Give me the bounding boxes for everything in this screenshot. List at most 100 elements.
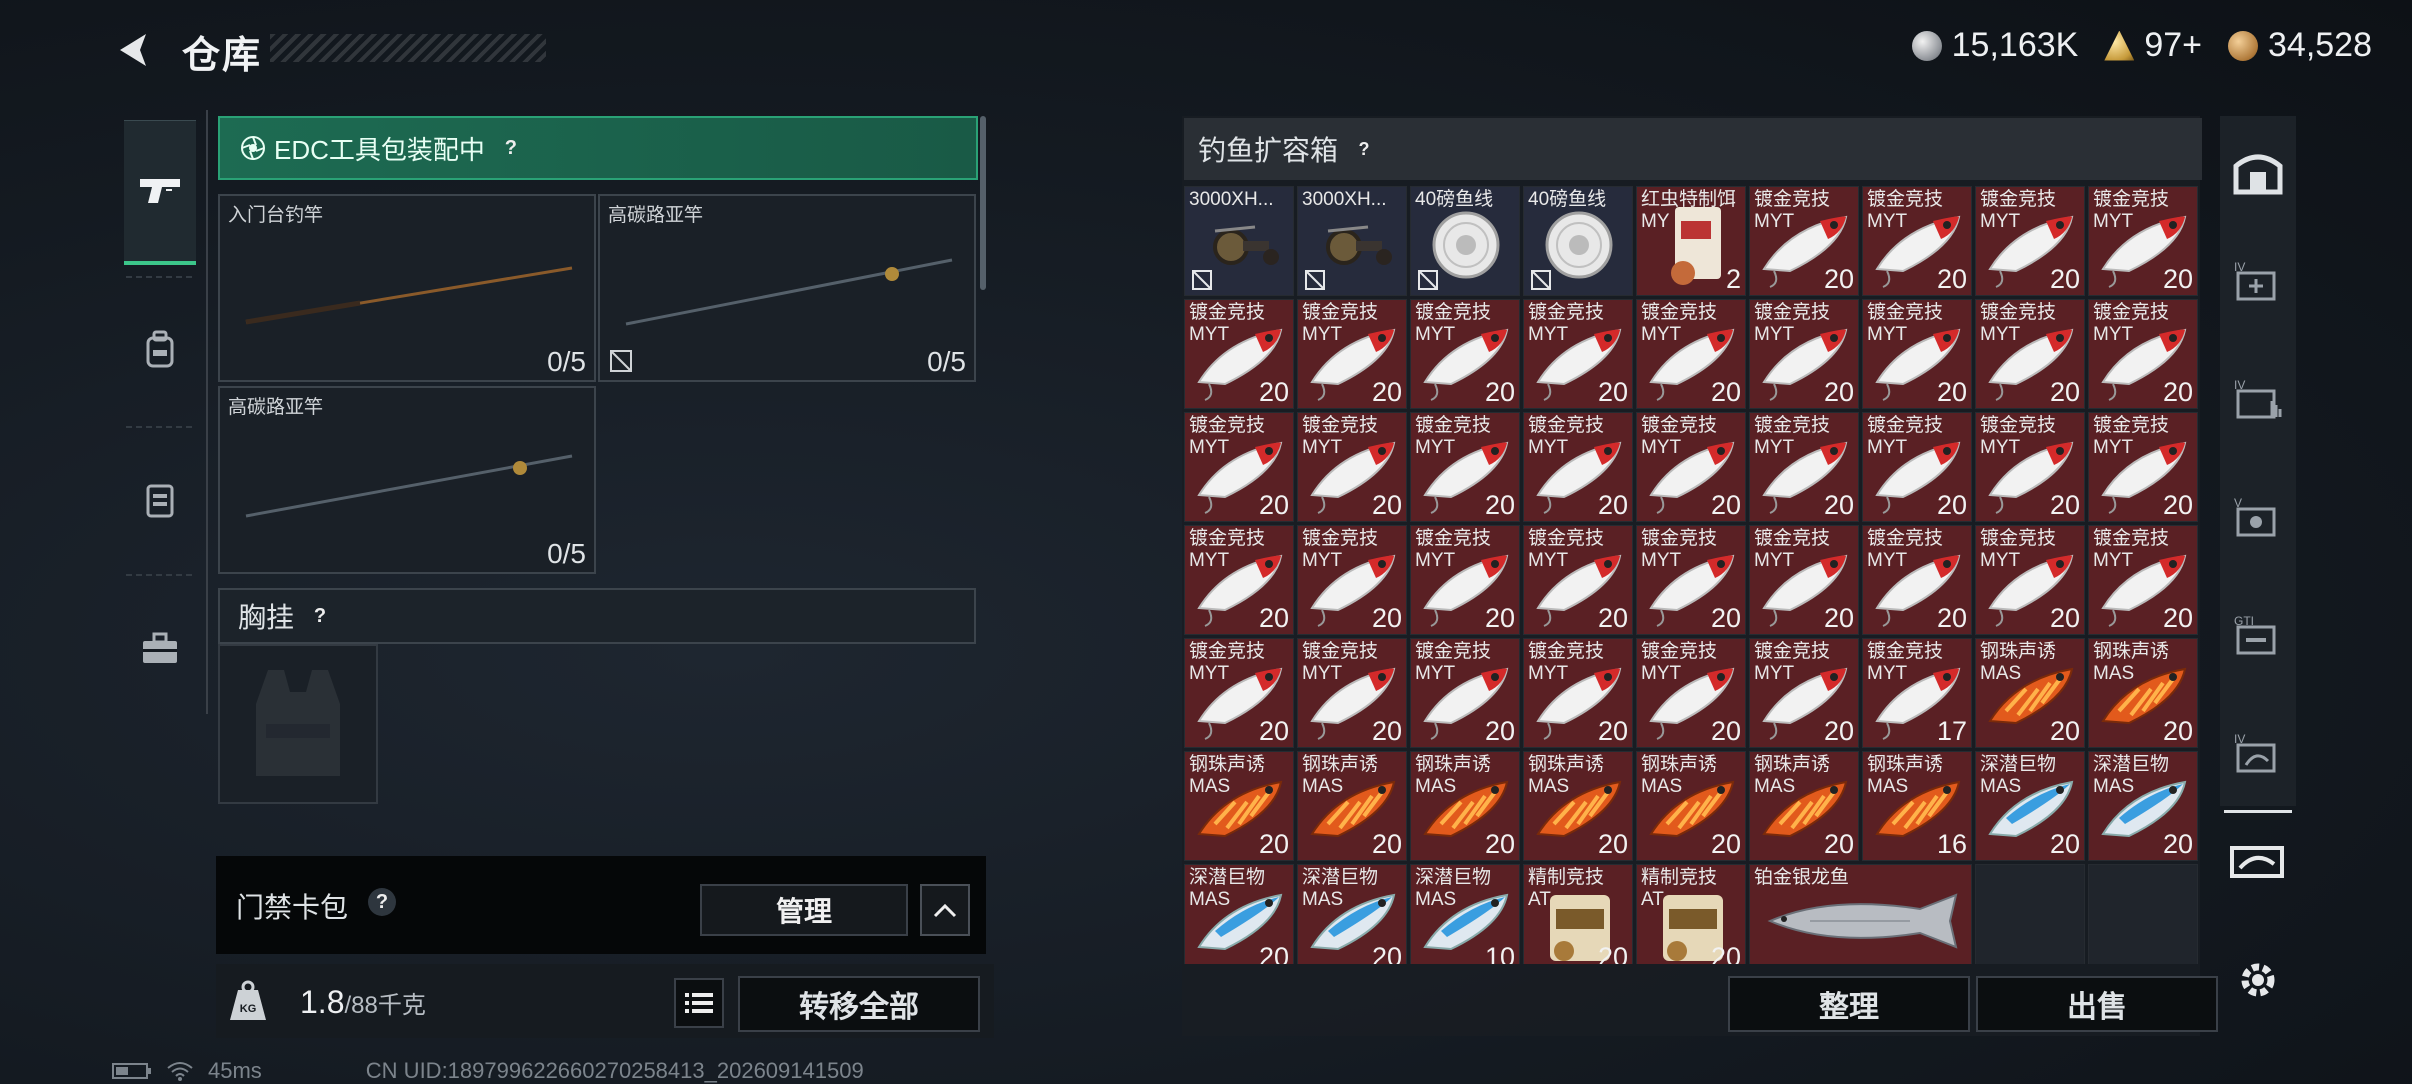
edc-toolkit-banner[interactable]: EDC工具包装配中 ? [218, 116, 978, 180]
inventory-item-bait[interactable]: 红虫特制饵 MY 2 [1636, 186, 1746, 296]
currency-gold[interactable]: 97+ [2104, 26, 2202, 65]
empty-slot[interactable] [2088, 864, 2198, 964]
currency-bronze[interactable]: 34,528 [2228, 26, 2372, 65]
inventory-item-lure-red[interactable]: 镀金竞技 MYT 20 [1975, 525, 2085, 635]
inventory-item-lure-red[interactable]: 镀金竞技 MYT 20 [1523, 299, 1633, 409]
inventory-item-bait-bag[interactable]: 精制竞技 AT 20 [1523, 864, 1633, 964]
inventory-item-lure-blue[interactable]: 深潜巨物 MAS 20 [1975, 751, 2085, 861]
inventory-item-lure-red[interactable]: 镀金竞技 MYT 20 [1297, 299, 1407, 409]
inventory-item-lure-orange[interactable]: 钢珠声诱 MAS 20 [1975, 638, 2085, 748]
side-safe-box[interactable] [2224, 122, 2292, 222]
inventory-item-lure-red[interactable]: 镀金竞技 MYT 20 [1184, 638, 1294, 748]
inventory-item-lure-red[interactable]: 镀金竞技 MYT 20 [1749, 412, 1859, 522]
inventory-item-lure-red[interactable]: 镀金竞技 MYT 20 [1184, 525, 1294, 635]
inventory-item-lure-red[interactable]: 镀金竞技 MYT 20 [1862, 525, 1972, 635]
currency-silver[interactable]: 15,163K [1911, 26, 2078, 65]
inventory-item-lure-orange[interactable]: 钢珠声诱 MAS 20 [1523, 751, 1633, 861]
help-icon[interactable]: ? [497, 134, 525, 162]
inventory-item-lure-red[interactable]: 镀金竞技 MYT 20 [1636, 638, 1746, 748]
side-box-3[interactable]: V [2224, 462, 2292, 574]
inventory-item-lure-red[interactable]: 镀金竞技 MYT 20 [1410, 638, 1520, 748]
gear-icon[interactable] [2236, 958, 2280, 1002]
list-view-button[interactable] [674, 978, 724, 1028]
help-icon[interactable]: ? [368, 888, 396, 916]
help-icon[interactable]: ? [1350, 135, 1378, 163]
manage-button[interactable]: 管理 [700, 884, 908, 936]
inventory-item-lure-red[interactable]: 镀金竞技 MYT 20 [1636, 299, 1746, 409]
inventory-item-lure-red[interactable]: 镀金竞技 MYT 20 [2088, 186, 2198, 296]
inventory-item-lure-blue[interactable]: 深潜巨物 MAS 20 [1184, 864, 1294, 964]
inventory-item-lure-orange[interactable]: 钢珠声诱 MAS 20 [1184, 751, 1294, 861]
inventory-item-lure-red[interactable]: 镀金竞技 MYT 20 [1410, 525, 1520, 635]
fishing-gear-icon[interactable] [2228, 842, 2286, 882]
inventory-item-lure-red[interactable]: 镀金竞技 MYT 20 [1636, 525, 1746, 635]
inventory-item-lure-red[interactable]: 镀金竞技 MYT 20 [2088, 412, 2198, 522]
inventory-item-lure-red[interactable]: 镀金竞技 MYT 20 [1862, 299, 1972, 409]
inventory-item-lure-red[interactable]: 镀金竞技 MYT 20 [1523, 638, 1633, 748]
nav-backpack[interactable] [124, 280, 196, 420]
nav-vest[interactable] [124, 430, 196, 570]
inventory-item-lure-red[interactable]: 镀金竞技 MYT 20 [1975, 186, 2085, 296]
inventory-item-lure-red[interactable]: 镀金竞技 MYT 20 [1636, 412, 1746, 522]
inventory-item-lure-orange[interactable]: 钢珠声诱 MAS 16 [1862, 751, 1972, 861]
inventory-item-lure-red[interactable]: 镀金竞技 MYT 20 [1749, 186, 1859, 296]
collapse-button[interactable] [920, 884, 970, 936]
inventory-item-lure-red[interactable]: 镀金竞技 MYT 20 [1297, 638, 1407, 748]
nav-toolbox[interactable] [124, 578, 196, 718]
inventory-item-lure-red[interactable]: 镀金竞技 MYT 20 [1749, 638, 1859, 748]
side-box-2[interactable]: IV [2224, 344, 2292, 456]
inventory-item-lure-red[interactable]: 镀金竞技 MYT 20 [1410, 412, 1520, 522]
item-name: 精制竞技 [1641, 867, 1718, 888]
inventory-item-lure-red[interactable]: 镀金竞技 MYT 20 [1975, 412, 2085, 522]
inventory-item-lure-orange[interactable]: 钢珠声诱 MAS 20 [2088, 638, 2198, 748]
inventory-item-bait-bag[interactable]: 精制竞技 AT 20 [1636, 864, 1746, 964]
inventory-item-lure-orange[interactable]: 钢珠声诱 MAS 20 [1297, 751, 1407, 861]
inventory-item-lure-orange[interactable]: 钢珠声诱 MAS 20 [1636, 751, 1746, 861]
inventory-item-fish[interactable]: 铂金银龙鱼 [1749, 864, 1972, 964]
fishing-rod-icon [245, 454, 573, 518]
rod-slot-3[interactable]: 高碳路亚竿 0/5 [218, 386, 596, 574]
side-box-4[interactable]: GTI [2224, 580, 2292, 692]
inventory-item-lure-red[interactable]: 镀金竞技 MYT 20 [2088, 299, 2198, 409]
nav-weapons[interactable] [124, 120, 196, 265]
inventory-item-reel[interactable]: 3000XH... [1184, 186, 1294, 296]
inventory-item-line[interactable]: 40磅鱼线 [1410, 186, 1520, 296]
inventory-item-lure-orange[interactable]: 钢珠声诱 MAS 20 [1749, 751, 1859, 861]
inventory-item-lure-blue[interactable]: 深潜巨物 MAS 10 [1410, 864, 1520, 964]
rod-slot-2[interactable]: 高碳路亚竿 0/5 [598, 194, 976, 382]
inventory-item-reel[interactable]: 3000XH... [1297, 186, 1407, 296]
inventory-item-lure-red[interactable]: 镀金竞技 MYT 20 [1297, 412, 1407, 522]
inventory-item-line[interactable]: 40磅鱼线 [1523, 186, 1633, 296]
inventory-item-lure-red[interactable]: 镀金竞技 MYT 20 [1297, 525, 1407, 635]
inventory-item-lure-red[interactable]: 镀金竞技 MYT 20 [2088, 525, 2198, 635]
sort-button[interactable]: 整理 [1728, 976, 1970, 1032]
inventory-item-lure-red[interactable]: 镀金竞技 MYT 20 [1184, 412, 1294, 522]
inventory-item-lure-red[interactable]: 镀金竞技 MYT 20 [1523, 412, 1633, 522]
inventory-item-lure-red[interactable]: 镀金竞技 MYT 17 [1862, 638, 1972, 748]
chest-rig-slot[interactable] [218, 644, 378, 804]
inventory-item-lure-blue[interactable]: 深潜巨物 MAS 20 [1297, 864, 1407, 964]
back-arrow-icon[interactable] [112, 28, 156, 72]
sell-button[interactable]: 出售 [1976, 976, 2218, 1032]
side-box-5[interactable]: IV [2224, 698, 2292, 813]
inventory-item-lure-red[interactable]: 镀金竞技 MYT 20 [1523, 525, 1633, 635]
help-icon[interactable]: ? [306, 602, 334, 630]
inventory-item-lure-red[interactable]: 镀金竞技 MYT 20 [1184, 299, 1294, 409]
inventory-item-lure-blue[interactable]: 深潜巨物 MAS 20 [2088, 751, 2198, 861]
inventory-item-lure-red[interactable]: 镀金竞技 MYT 20 [1862, 186, 1972, 296]
page-title: 仓库 [182, 35, 263, 77]
rod-slot-1[interactable]: 入门台钓竿 0/5 [218, 194, 596, 382]
inventory-item-lure-red[interactable]: 镀金竞技 MYT 20 [1749, 525, 1859, 635]
inventory-item-lure-red[interactable]: 镀金竞技 MYT 20 [1975, 299, 2085, 409]
left-scrollbar[interactable] [980, 116, 986, 290]
ping-text: 45ms [208, 1058, 262, 1083]
item-code: MYT [1415, 324, 1456, 345]
inventory-item-lure-red[interactable]: 镀金竞技 MYT 20 [1410, 299, 1520, 409]
inventory-item-lure-red[interactable]: 镀金竞技 MYT 20 [1749, 299, 1859, 409]
transfer-all-button[interactable]: 转移全部 [738, 976, 980, 1032]
empty-slot[interactable] [1975, 864, 2085, 964]
inventory-item-lure-red[interactable]: 镀金竞技 MYT 20 [1862, 412, 1972, 522]
item-name: 红虫特制饵 [1641, 189, 1737, 210]
inventory-item-lure-orange[interactable]: 钢珠声诱 MAS 20 [1410, 751, 1520, 861]
side-box-1[interactable]: IV [2224, 226, 2292, 338]
